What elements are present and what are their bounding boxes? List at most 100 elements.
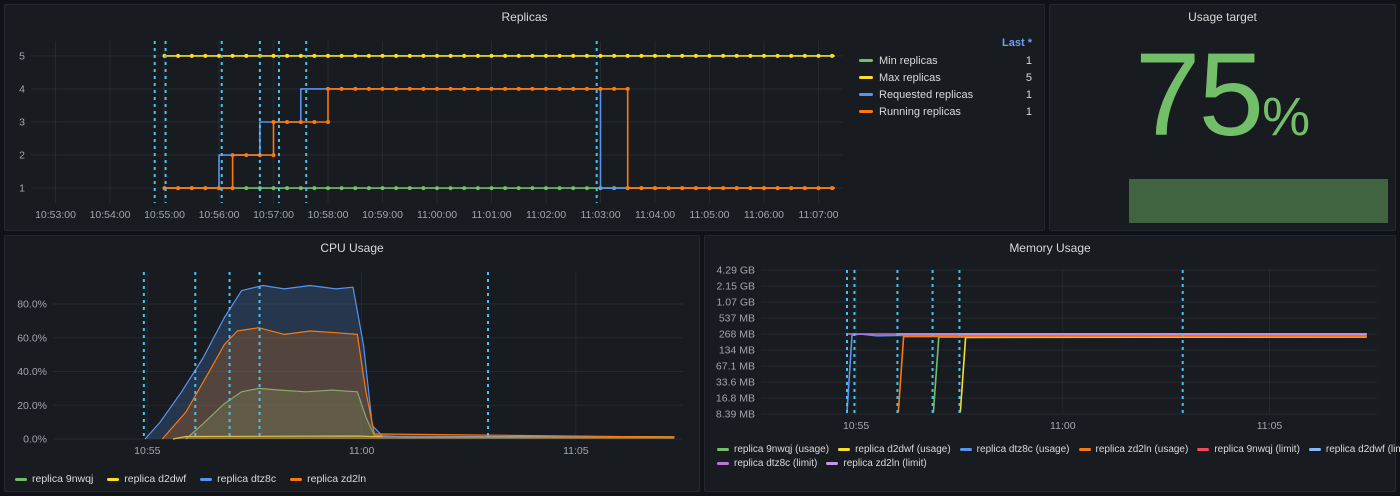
replicas-legend: Last * Min replicas 1 Max replicas 5 Request… xyxy=(857,29,1044,232)
legend-label: replica 9nwqj (usage) xyxy=(734,444,829,455)
legend-item[interactable]: replica zd2ln (usage) xyxy=(1079,444,1189,455)
memory-legend-row-2: replica dtz8c (limit) replica zd2ln (limi… xyxy=(705,455,1395,469)
legend-swatch xyxy=(1079,448,1091,451)
cpu-plot: 0.0%20.0%40.0%60.0%80.0%10:5511:0011:05 xyxy=(5,260,693,465)
legend-swatch xyxy=(1197,448,1209,451)
svg-text:11:03:00: 11:03:00 xyxy=(580,209,620,221)
legend-item[interactable]: Requested replicas 1 xyxy=(859,86,1032,103)
svg-text:10:59:00: 10:59:00 xyxy=(362,209,403,221)
legend-label: Requested replicas xyxy=(879,89,1008,101)
legend-swatch xyxy=(290,478,302,481)
legend-item[interactable]: replica zd2ln xyxy=(290,473,366,485)
svg-text:20.0%: 20.0% xyxy=(17,400,47,412)
legend-swatch xyxy=(838,448,850,451)
svg-text:11:07:00: 11:07:00 xyxy=(798,209,838,221)
panel-title-cpu-usage[interactable]: CPU Usage xyxy=(5,236,699,260)
legend-item[interactable]: replica d2dwf xyxy=(107,473,186,485)
legend-label: Max replicas xyxy=(879,72,1008,84)
legend-label: replica dtz8c xyxy=(217,473,276,485)
legend-swatch xyxy=(717,462,729,465)
legend-label: replica d2dwf xyxy=(124,473,186,485)
legend-label: replica dtz8c (limit) xyxy=(734,458,817,469)
legend-swatch xyxy=(1309,448,1321,451)
svg-text:8.39 MB: 8.39 MB xyxy=(716,409,755,421)
legend-label: replica 9nwqj xyxy=(32,473,93,485)
legend-item[interactable]: replica dtz8c (limit) xyxy=(717,458,817,469)
cpu-chart[interactable]: 0.0%20.0%40.0%60.0%80.0%10:5511:0011:05 xyxy=(5,260,699,470)
svg-text:268 MB: 268 MB xyxy=(719,329,755,341)
legend-label: replica zd2ln (usage) xyxy=(1096,444,1189,455)
legend-last-value: 1 xyxy=(1014,106,1032,118)
legend-item[interactable]: replica dtz8c xyxy=(200,473,276,485)
memory-chart[interactable]: 4.29 GB2.15 GB1.07 GB537 MB268 MB134 MB6… xyxy=(705,260,1395,441)
svg-text:11:00:00: 11:00:00 xyxy=(417,209,457,221)
svg-text:10:57:00: 10:57:00 xyxy=(253,209,294,221)
memory-legend-row-1: replica 9nwqj (usage) replica d2dwf (usag… xyxy=(705,441,1395,455)
legend-swatch xyxy=(859,93,873,96)
legend-item[interactable]: replica 9nwqj xyxy=(15,473,93,485)
svg-text:11:04:00: 11:04:00 xyxy=(635,209,675,221)
legend-item[interactable]: replica dtz8c (usage) xyxy=(960,444,1070,455)
panel-title-replicas[interactable]: Replicas xyxy=(5,5,1044,29)
legend-item[interactable]: Min replicas 1 xyxy=(859,52,1032,69)
svg-text:11:01:00: 11:01:00 xyxy=(471,209,511,221)
svg-text:0.0%: 0.0% xyxy=(23,434,47,446)
svg-text:10:54:00: 10:54:00 xyxy=(90,209,131,221)
svg-text:11:05:00: 11:05:00 xyxy=(689,209,729,221)
svg-text:3: 3 xyxy=(19,117,25,129)
legend-swatch xyxy=(107,478,119,481)
legend-swatch xyxy=(859,110,873,113)
svg-text:1: 1 xyxy=(19,183,25,195)
svg-text:60.0%: 60.0% xyxy=(17,332,47,344)
usage-target-value: 75 xyxy=(1135,29,1262,161)
svg-text:67.1 MB: 67.1 MB xyxy=(716,361,755,373)
legend-item[interactable]: replica d2dwf (usage) xyxy=(838,444,951,455)
legend-header-last[interactable]: Last * xyxy=(859,37,1032,49)
legend-label: replica 9nwqj (limit) xyxy=(1214,444,1300,455)
legend-label: Min replicas xyxy=(879,55,1008,67)
svg-text:10:55: 10:55 xyxy=(134,445,160,457)
svg-text:11:00: 11:00 xyxy=(349,445,375,457)
panel-title-memory-usage[interactable]: Memory Usage xyxy=(705,236,1395,260)
legend-label: replica d2dwf (limit) xyxy=(1326,444,1400,455)
replicas-plot: 1 2 3 4 5 10:53:00 10:54:00 10:55:00 10:56:00 10:… xyxy=(5,29,857,227)
svg-text:16.8 MB: 16.8 MB xyxy=(716,392,755,404)
panel-usage-target: Usage target 75% xyxy=(1049,4,1396,231)
svg-text:11:02:00: 11:02:00 xyxy=(526,209,566,221)
svg-text:1.07 GB: 1.07 GB xyxy=(716,297,755,309)
svg-text:40.0%: 40.0% xyxy=(17,366,47,378)
legend-item[interactable]: Running replicas 1 xyxy=(859,103,1032,120)
svg-text:4: 4 xyxy=(19,83,25,95)
legend-label: replica d2dwf (usage) xyxy=(855,444,951,455)
svg-text:11:05: 11:05 xyxy=(1257,420,1283,432)
legend-swatch xyxy=(859,59,873,62)
svg-text:10:55: 10:55 xyxy=(843,420,869,432)
svg-text:2.15 GB: 2.15 GB xyxy=(716,281,755,293)
legend-item[interactable]: replica d2dwf (limit) xyxy=(1309,444,1400,455)
svg-text:80.0%: 80.0% xyxy=(17,299,47,311)
legend-item[interactable]: replica 9nwqj (usage) xyxy=(717,444,829,455)
usage-target-bar xyxy=(1129,179,1388,223)
legend-item[interactable]: replica zd2ln (limit) xyxy=(826,458,926,469)
svg-text:5: 5 xyxy=(19,50,25,62)
replicas-chart[interactable]: 1 2 3 4 5 10:53:00 10:54:00 10:55:00 10:56:00 10:… xyxy=(5,29,857,232)
legend-item[interactable]: replica 9nwqj (limit) xyxy=(1197,444,1300,455)
legend-last-value: 5 xyxy=(1014,72,1032,84)
legend-swatch xyxy=(960,448,972,451)
panel-memory-usage: Memory Usage 4.29 GB2.15 GB1.07 GB537 MB… xyxy=(704,235,1396,492)
legend-last-value: 1 xyxy=(1014,55,1032,67)
svg-text:2: 2 xyxy=(19,150,25,162)
legend-label: replica dtz8c (usage) xyxy=(977,444,1070,455)
legend-item[interactable]: Max replicas 5 xyxy=(859,69,1032,86)
svg-text:11:06:00: 11:06:00 xyxy=(744,209,784,221)
legend-label: Running replicas xyxy=(879,106,1008,118)
legend-last-value: 1 xyxy=(1014,89,1032,101)
svg-text:10:53:00: 10:53:00 xyxy=(35,209,76,221)
svg-text:10:55:00: 10:55:00 xyxy=(144,209,185,221)
legend-swatch xyxy=(15,478,27,481)
cpu-legend: replica 9nwqj replica d2dwf replica dtz8c r… xyxy=(5,470,699,485)
svg-text:10:58:00: 10:58:00 xyxy=(308,209,349,221)
svg-text:134 MB: 134 MB xyxy=(719,345,755,357)
legend-swatch xyxy=(717,448,729,451)
svg-text:10:56:00: 10:56:00 xyxy=(199,209,240,221)
